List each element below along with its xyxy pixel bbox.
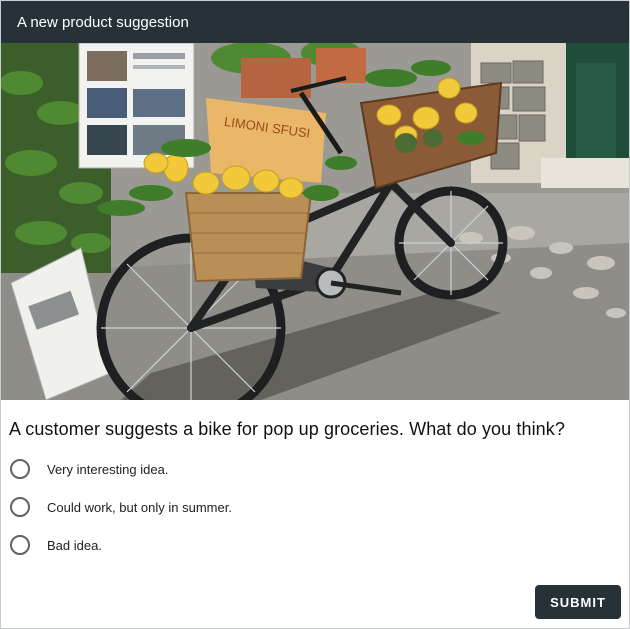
option-bad-idea[interactable]: Bad idea. <box>10 535 102 555</box>
radio-button[interactable] <box>10 497 30 517</box>
submit-button[interactable]: SUBMIT <box>535 585 621 619</box>
radio-button[interactable] <box>10 459 30 479</box>
suggestion-dialog: A new product suggestion LIMONI SFUSI A … <box>0 0 630 629</box>
dialog-header: A new product suggestion <box>1 1 629 43</box>
survey-question: A customer suggests a bike for pop up gr… <box>9 419 565 439</box>
option-label: Could work, but only in summer. <box>47 499 232 515</box>
product-photo: LIMONI SFUSI <box>1 43 629 400</box>
option-label: Bad idea. <box>47 537 102 553</box>
dialog-title: A new product suggestion <box>17 13 189 31</box>
bike-illustration: LIMONI SFUSI <box>1 43 629 400</box>
option-summer-only[interactable]: Could work, but only in summer. <box>10 497 232 517</box>
option-label: Very interesting idea. <box>47 461 169 477</box>
radio-button[interactable] <box>10 535 30 555</box>
option-very-interesting[interactable]: Very interesting idea. <box>10 459 168 479</box>
